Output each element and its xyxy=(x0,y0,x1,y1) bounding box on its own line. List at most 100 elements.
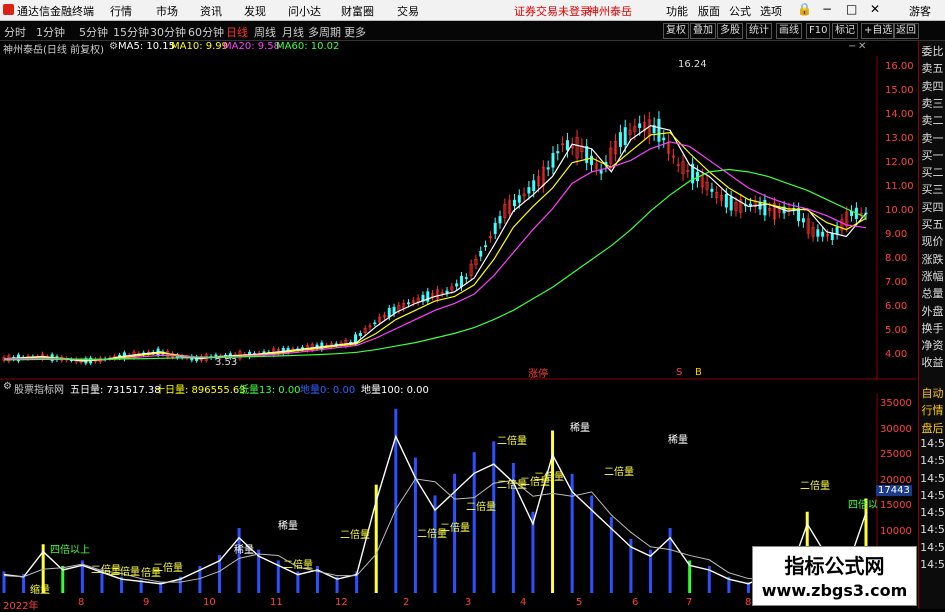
side-panel-label[interactable]: 换手 xyxy=(920,320,945,336)
period-toolbar: 分时 1分钟 5分钟 15分钟 30分钟 60分钟 日线 周线 月线 多周期 更… xyxy=(0,21,945,41)
period-multi[interactable]: 多周期 xyxy=(308,24,341,40)
minimize-icon[interactable]: − xyxy=(822,2,832,16)
side-panel-lower-label[interactable]: 14:5 xyxy=(920,489,945,502)
ma-line-ma20 xyxy=(4,141,867,361)
candle-body xyxy=(498,216,502,224)
side-panel-label[interactable]: 总量 xyxy=(920,285,945,301)
candle-body xyxy=(484,245,488,247)
side-panel-label[interactable]: 涨跌 xyxy=(920,251,945,267)
price-tick: 8.00 xyxy=(885,253,908,264)
login-alert[interactable]: 证券交易未登录 xyxy=(514,3,591,19)
side-panel-label[interactable]: 现价 xyxy=(920,233,945,249)
side-panel-lower-label[interactable]: 14:5 xyxy=(920,506,945,519)
side-panel-lower-label[interactable]: 自动 xyxy=(920,385,945,401)
price-tick: 12.00 xyxy=(885,157,914,168)
candle-body xyxy=(724,193,728,208)
side-panel-lower-label[interactable]: 14:5 xyxy=(920,472,945,485)
candle-body xyxy=(387,308,391,318)
menu-bar: 通达信金融终端 行情 市场 资讯 发现 问小达 财富圈 交易 证券交易未登录 神… xyxy=(0,0,945,21)
maximize-icon[interactable]: □ xyxy=(846,2,857,16)
adjust-button[interactable]: 复权 xyxy=(663,23,689,39)
side-panel-lower-label[interactable]: 14:5 xyxy=(920,454,945,467)
side-panel-lower-label[interactable]: 行情 xyxy=(920,402,945,418)
volume-signal-label: 二倍量 xyxy=(340,530,370,541)
indicator-gear-icon[interactable]: ⚙ xyxy=(3,381,12,392)
side-panel-lower-label[interactable]: 盘后 xyxy=(920,420,945,436)
date-tick: 2 xyxy=(403,597,410,608)
window-minimize-icon[interactable]: − xyxy=(848,41,856,52)
side-panel-lower-label[interactable]: 14:5 xyxy=(920,437,945,450)
volume-signal-label: 四倍以 xyxy=(848,500,878,511)
side-panel-label[interactable]: 买三 xyxy=(920,181,945,197)
menu-item-function[interactable]: 功能 xyxy=(666,3,688,19)
menu-item-wealth[interactable]: 财富圈 xyxy=(341,3,374,19)
mark-button[interactable]: 标记 xyxy=(832,23,858,39)
overlay-button[interactable]: 叠加 xyxy=(690,23,716,39)
volume-tick: 35000 xyxy=(880,398,912,409)
stats-button[interactable]: 统计 xyxy=(746,23,772,39)
stock-name-title: 神州泰岳 xyxy=(588,5,632,18)
period-tick[interactable]: 分时 xyxy=(4,24,26,40)
price-tick: 15.00 xyxy=(885,85,914,96)
volume-signal-label: 二倍量 xyxy=(283,560,313,571)
side-panel-label[interactable]: 收益 xyxy=(920,354,945,370)
menu-item-market[interactable]: 行情 xyxy=(110,3,132,19)
side-panel-label[interactable]: 卖四 xyxy=(920,78,945,94)
f10-button[interactable]: F10 xyxy=(806,23,831,39)
side-panel-label[interactable]: 委比 xyxy=(920,43,945,59)
draw-line-button[interactable]: 画线 xyxy=(776,23,802,39)
add-watchlist-button[interactable]: +自选 xyxy=(861,23,896,39)
menu-item-news[interactable]: 资讯 xyxy=(200,3,222,19)
candle-body xyxy=(618,132,622,147)
window-close-icon[interactable]: ✕ xyxy=(858,41,866,52)
price-chart[interactable] xyxy=(0,56,917,380)
candle-body xyxy=(801,218,805,223)
ma60-value: MA60: 10.02 xyxy=(276,41,340,52)
back-button[interactable]: 返回 xyxy=(893,23,919,39)
date-tick: 11 xyxy=(270,597,283,608)
candle-body xyxy=(729,196,733,211)
period-15min[interactable]: 15分钟 xyxy=(113,24,149,40)
period-60min[interactable]: 60分钟 xyxy=(188,24,224,40)
period-monthly[interactable]: 月线 xyxy=(282,24,304,40)
side-panel-label[interactable]: 买四 xyxy=(920,199,945,215)
period-daily[interactable]: 日线 xyxy=(226,24,248,40)
volume-signal-label: 二倍量 xyxy=(153,563,183,574)
menu-item-trade[interactable]: 交易 xyxy=(397,3,419,19)
side-panel-label[interactable]: 外盘 xyxy=(920,303,945,319)
side-panel-label[interactable]: 净资 xyxy=(920,337,945,353)
candle-body xyxy=(565,140,569,151)
period-5min[interactable]: 5分钟 xyxy=(79,24,108,40)
settings-gear-icon[interactable]: ⚙ xyxy=(109,41,118,52)
side-panel-label[interactable]: 买五 xyxy=(920,216,945,232)
guest-label[interactable]: 游客 xyxy=(909,3,931,19)
volume-tick: 30000 xyxy=(880,423,912,435)
lock-icon[interactable]: 🔒 xyxy=(797,2,812,16)
period-30min[interactable]: 30分钟 xyxy=(150,24,186,40)
side-panel-lower-label[interactable]: 14:5 xyxy=(920,523,945,536)
candle-body xyxy=(763,199,767,216)
menu-item-assistant[interactable]: 问小达 xyxy=(288,3,321,19)
side-panel-label[interactable]: 卖二 xyxy=(920,112,945,128)
menu-item-discover[interactable]: 发现 xyxy=(244,3,266,19)
menu-item-markets[interactable]: 市场 xyxy=(156,3,178,19)
menu-item-layout[interactable]: 版面 xyxy=(698,3,720,19)
ma-line-ma10 xyxy=(3,131,867,361)
menu-item-formula[interactable]: 公式 xyxy=(729,3,751,19)
side-panel-label[interactable]: 买一 xyxy=(920,147,945,163)
close-icon[interactable]: ✕ xyxy=(870,2,880,16)
price-tick: 7.00 xyxy=(885,277,908,288)
side-panel-label[interactable]: 涨幅 xyxy=(920,268,945,284)
side-panel-lower-label[interactable]: 14:5 xyxy=(920,541,945,554)
period-weekly[interactable]: 周线 xyxy=(254,24,276,40)
side-panel-label[interactable]: 卖三 xyxy=(920,95,945,111)
side-panel-label[interactable]: 买二 xyxy=(920,164,945,180)
side-panel-label[interactable]: 卖一 xyxy=(920,130,945,146)
date-tick: 8 xyxy=(78,597,85,608)
side-panel-lower-label[interactable]: 14:5 xyxy=(920,558,945,571)
menu-item-options[interactable]: 选项 xyxy=(760,3,782,19)
multi-stock-button[interactable]: 多股 xyxy=(717,23,743,39)
period-more[interactable]: 更多 xyxy=(344,24,366,40)
period-1min[interactable]: 1分钟 xyxy=(36,24,65,40)
side-panel-label[interactable]: 卖五 xyxy=(920,60,945,76)
